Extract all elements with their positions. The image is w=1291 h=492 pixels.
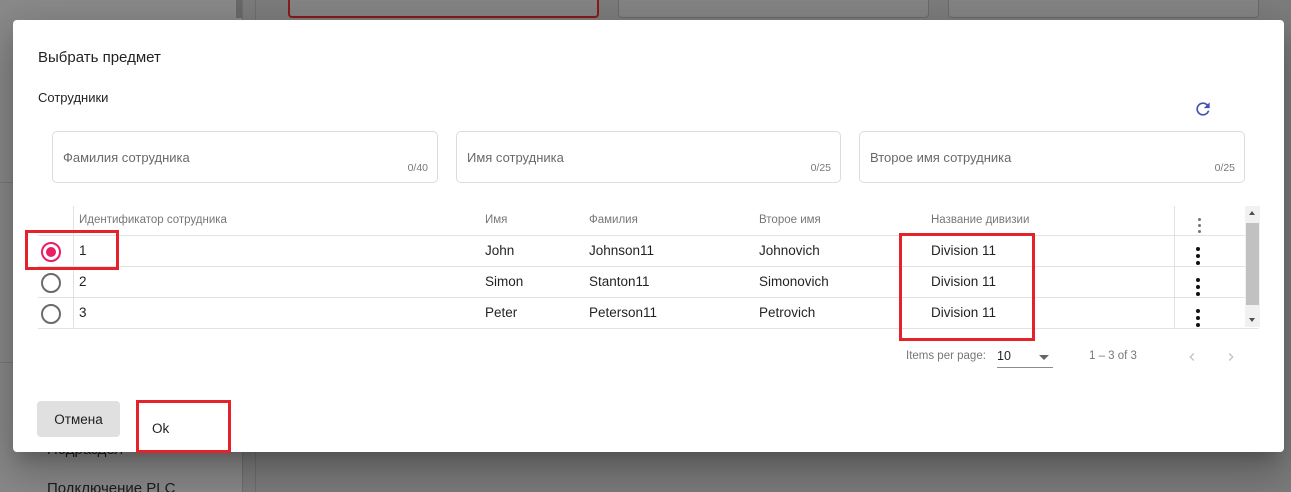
last-name-input[interactable] [53, 132, 437, 182]
last-name-filter[interactable] [52, 131, 438, 183]
row-divider [38, 297, 1259, 298]
first-name-counter: 0/25 [810, 162, 831, 174]
dialog-title: Выбрать предмет [38, 49, 161, 66]
row-divider [38, 235, 1259, 236]
chevron-right-icon [1228, 353, 1234, 361]
column-divider [73, 206, 74, 329]
column-header-middle-name: Второе имя [759, 214, 821, 226]
cell-id: 3 [79, 305, 87, 320]
row-divider [38, 266, 1259, 267]
page-size-select[interactable]: 10 [997, 346, 1053, 368]
refresh-icon [1196, 102, 1210, 116]
next-page-button[interactable] [1220, 346, 1242, 368]
background-field [288, 0, 599, 18]
select-item-dialog: Выбрать предмет Сотрудники 0/40 0/25 0/2… [13, 20, 1284, 453]
row-divider [38, 328, 1259, 329]
cell-id: 1 [79, 243, 87, 258]
column-header-first-name: Имя [485, 214, 508, 226]
cell-middle-name: Simonovich [759, 274, 829, 289]
table-scrollbar[interactable] [1245, 206, 1260, 327]
row-menu-icon[interactable] [1191, 308, 1205, 328]
middle-name-input[interactable] [860, 132, 1244, 182]
cell-last-name: Peterson11 [589, 305, 658, 320]
cell-middle-name: Petrovich [759, 305, 816, 320]
cell-id: 2 [79, 274, 87, 289]
chevron-down-icon [1039, 355, 1049, 360]
cell-division: Division 11 [931, 243, 997, 258]
employees-table: Идентификатор сотрудника Имя Фамилия Вто… [38, 206, 1259, 329]
row-select-radio[interactable] [41, 242, 61, 262]
items-per-page-label: Items per page: [906, 350, 986, 362]
chevron-left-icon [1189, 353, 1195, 361]
column-menu-icon[interactable] [1192, 215, 1206, 235]
ok-button[interactable]: Ok [139, 401, 227, 445]
cell-division: Division 11 [931, 305, 997, 320]
first-name-filter[interactable] [456, 131, 841, 183]
row-menu-icon[interactable] [1191, 277, 1205, 297]
scroll-up-arrow-icon[interactable] [1249, 211, 1255, 215]
previous-page-button[interactable] [1181, 346, 1203, 368]
page-size-value: 10 [997, 349, 1011, 363]
scroll-down-arrow-icon[interactable] [1249, 318, 1255, 322]
cell-last-name: Johnson11 [589, 243, 655, 258]
scrollbar-thumb[interactable] [1246, 223, 1259, 305]
column-divider [1174, 206, 1175, 329]
sidebar-scrollbar [236, 0, 242, 18]
cancel-button[interactable]: Отмена [37, 401, 120, 437]
row-menu-icon[interactable] [1191, 246, 1205, 266]
sidebar-item-label: Подключение PLC [47, 480, 176, 492]
middle-name-filter[interactable] [859, 131, 1245, 183]
row-select-radio[interactable] [41, 273, 61, 293]
column-header-division: Название дивизии [931, 214, 1030, 226]
section-title: Сотрудники [38, 90, 109, 105]
cell-first-name: Peter [485, 305, 518, 320]
first-name-input[interactable] [457, 132, 840, 182]
cell-middle-name: Johnovich [759, 243, 820, 258]
last-name-counter: 0/40 [407, 162, 428, 174]
refresh-button[interactable] [1190, 96, 1216, 122]
column-header-last-name: Фамилия [589, 214, 638, 226]
middle-name-counter: 0/25 [1214, 162, 1235, 174]
page-range-label: 1 – 3 of 3 [1089, 350, 1137, 362]
row-select-radio[interactable] [41, 304, 61, 324]
background-field [618, 0, 929, 18]
cell-division: Division 11 [931, 274, 997, 289]
cell-first-name: John [485, 243, 515, 258]
column-header-id: Идентификатор сотрудника [79, 214, 227, 226]
cell-last-name: Stanton11 [589, 274, 650, 289]
cell-first-name: Simon [485, 274, 524, 289]
background-field [948, 0, 1259, 18]
